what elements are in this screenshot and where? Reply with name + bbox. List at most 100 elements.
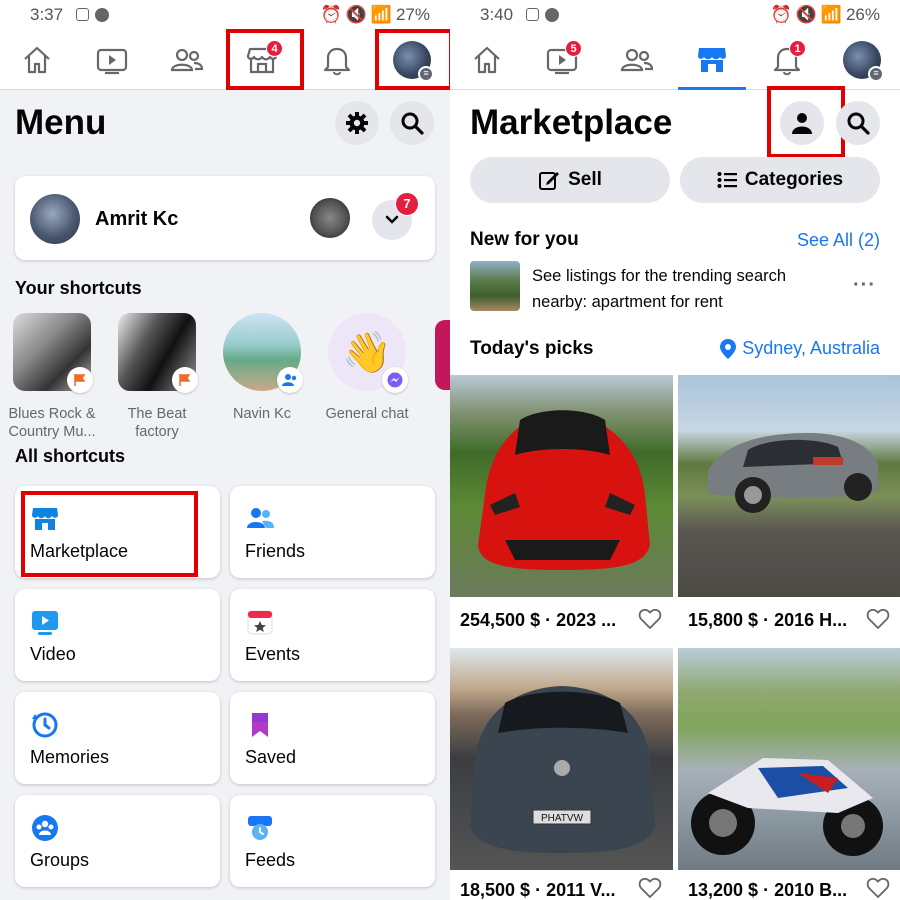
messenger-icon: [382, 367, 408, 393]
flag-icon: [172, 367, 198, 393]
status-bar: 3:37 ⏰ 🔇 📶 27%: [0, 0, 450, 30]
shortcut-label-line1: General chat: [325, 406, 409, 422]
profile-card[interactable]: Amrit Kc 7: [15, 176, 435, 260]
tile-label: Saved: [245, 747, 297, 767]
tile-feeds[interactable]: Feeds: [230, 795, 435, 887]
suggestion-line2: nearby: apartment for rent: [532, 293, 723, 311]
tile-saved[interactable]: Saved: [230, 692, 435, 784]
notification-dot-icon: [545, 8, 559, 22]
suggestion-thumbnail[interactable]: [470, 261, 520, 311]
categories-button[interactable]: Categories: [680, 157, 880, 203]
heart-icon[interactable]: [638, 876, 662, 900]
nav-profile-menu[interactable]: ≡: [835, 34, 889, 86]
saved-icon: [252, 713, 268, 737]
shortcut-beat-factory[interactable]: The Beat factory: [107, 313, 207, 441]
search-icon: [847, 112, 870, 135]
license-plate: PHATVW: [541, 813, 584, 824]
page-title: Menu: [15, 103, 107, 142]
see-all-link[interactable]: See All (2): [797, 230, 880, 251]
nav-marketplace-active[interactable]: [685, 34, 739, 86]
friends-icon: [247, 508, 274, 528]
alarm-icon: ⏰: [320, 5, 342, 24]
shortcut-label-line2: Country Mu...: [8, 424, 96, 440]
switch-account-icon[interactable]: [310, 198, 350, 238]
battery-level: 26%: [845, 5, 880, 24]
instagram-icon: [526, 8, 539, 21]
tile-label: Events: [245, 644, 301, 664]
friends-tab-icon: [620, 48, 654, 72]
settings-button[interactable]: [335, 101, 379, 145]
nav-notifications[interactable]: [310, 34, 364, 86]
listing-photo[interactable]: PHATVW: [450, 648, 673, 870]
memories-icon: [32, 712, 58, 738]
battery-level: 27%: [395, 5, 430, 24]
tile-label: Video: [30, 644, 76, 664]
tile-label: Memories: [30, 747, 110, 767]
listing-price[interactable]: 254,500 $ · 2023 ...: [460, 610, 616, 631]
listing-price[interactable]: 18,500 $ · 2011 V...: [460, 880, 615, 900]
highlight-marketplace-tile: [21, 491, 198, 577]
suggestion-text[interactable]: See listings for the trending search nea…: [532, 263, 786, 315]
edit-icon: [539, 172, 560, 190]
nav-video[interactable]: 5: [535, 34, 589, 86]
notifications-badge: 1: [789, 40, 806, 57]
more-options-icon[interactable]: ···: [853, 274, 876, 297]
shortcut-partial-next[interactable]: [435, 320, 450, 390]
search-button[interactable]: [836, 101, 880, 145]
motorcycle-image: [691, 758, 883, 856]
tile-label: Feeds: [245, 850, 296, 870]
page-title: Marketplace: [470, 103, 673, 142]
nav-friends[interactable]: [610, 34, 664, 86]
grey-sedan-image: [708, 433, 878, 513]
highlight-profile-tab: [375, 29, 450, 90]
list-icon: [717, 172, 737, 188]
listing-price[interactable]: 13,200 $ · 2010 B...: [688, 880, 847, 900]
tile-events[interactable]: Events: [230, 589, 435, 681]
shortcuts-heading: Your shortcuts: [15, 278, 142, 298]
nav-video[interactable]: [85, 34, 139, 86]
profile-avatar: ≡: [843, 41, 884, 82]
listing-photo[interactable]: [678, 648, 900, 870]
listing-price[interactable]: 15,800 $ · 2016 H...: [688, 610, 847, 631]
nav-friends[interactable]: [160, 34, 214, 86]
group-photo: [13, 313, 93, 393]
search-button[interactable]: [390, 101, 434, 145]
alarm-icon: ⏰: [770, 5, 792, 24]
shortcut-blues-rock[interactable]: Blues Rock & Country Mu...: [2, 313, 102, 441]
chevron-down-icon: [385, 215, 399, 224]
instagram-icon: [76, 8, 89, 21]
tile-memories[interactable]: Memories: [15, 692, 220, 784]
profile-name: Amrit Kc: [95, 208, 179, 230]
status-time: 3:37: [30, 5, 64, 24]
location-button[interactable]: Sydney, Australia: [720, 338, 880, 359]
home-icon: [24, 46, 50, 74]
sell-button[interactable]: Sell: [470, 157, 670, 203]
shortcut-navin-kc[interactable]: Navin Kc: [212, 313, 312, 423]
events-icon: [247, 610, 273, 635]
heart-icon[interactable]: [866, 607, 890, 631]
shortcut-general-chat[interactable]: 👋 General chat: [317, 313, 417, 423]
nav-home[interactable]: [460, 34, 514, 86]
highlight-marketplace-tab: [226, 29, 304, 90]
groups-icon: [32, 815, 58, 841]
profile-photo: [30, 194, 80, 244]
nav-notifications[interactable]: 1: [760, 34, 814, 86]
mute-icon: 🔇: [795, 5, 817, 24]
tile-friends[interactable]: Friends: [230, 486, 435, 578]
friend-icon: [277, 367, 303, 393]
listing-photo[interactable]: [450, 375, 673, 597]
flag-icon: [67, 367, 93, 393]
nav-home[interactable]: [10, 34, 64, 86]
location-pin-icon: [720, 338, 737, 359]
heart-icon[interactable]: [638, 607, 662, 631]
location-label: Sydney, Australia: [742, 338, 880, 358]
top-nav-bar: 5 1 ≡: [450, 30, 900, 90]
page-photo: [118, 313, 198, 393]
friend-photo: [223, 313, 303, 393]
video-badge: 5: [565, 40, 582, 57]
tile-groups[interactable]: Groups: [15, 795, 220, 887]
tile-video[interactable]: Video: [15, 589, 220, 681]
listing-photo[interactable]: [678, 375, 900, 597]
sell-label: Sell: [568, 169, 602, 190]
heart-icon[interactable]: [866, 876, 890, 900]
